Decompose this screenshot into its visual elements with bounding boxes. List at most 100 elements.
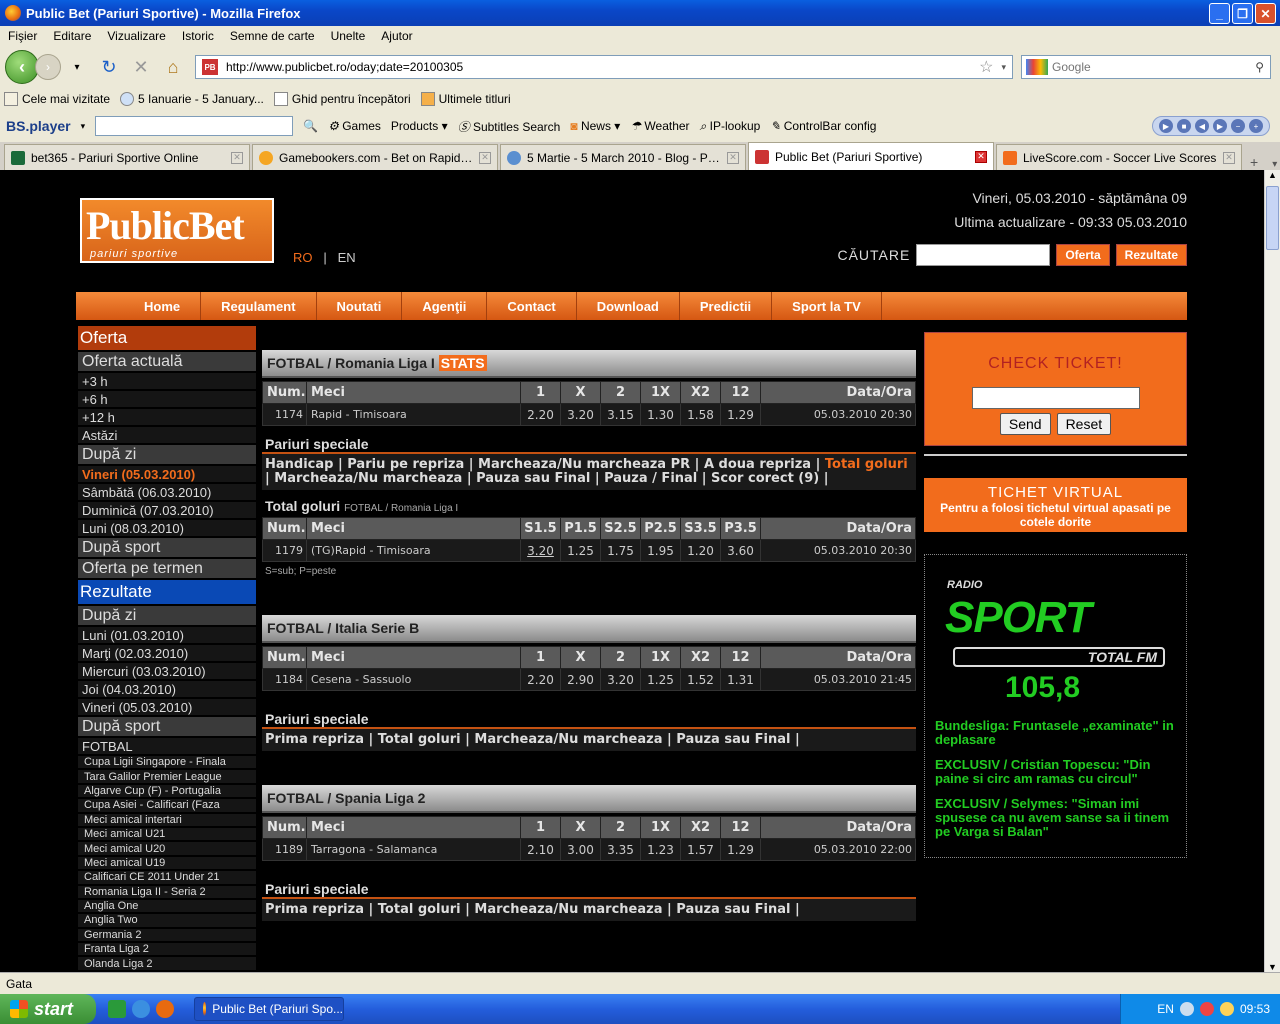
odd-x2[interactable]: 1.52 xyxy=(680,668,721,691)
search-bar[interactable]: ⚲ xyxy=(1021,55,1271,79)
sidebar-time-item[interactable]: +12 h xyxy=(78,409,256,425)
sidebar-league[interactable]: Algarve Cup (F) - Portugalia xyxy=(78,784,256,798)
toolbar-games[interactable]: ⚙ Games xyxy=(328,119,381,133)
publicbet-logo[interactable]: PublicBet pariuri sportive xyxy=(80,198,274,263)
nav-home[interactable]: Home xyxy=(124,292,202,320)
sidebar-result-day[interactable]: Miercuri (03.03.2010) xyxy=(78,663,256,679)
sidebar-league[interactable]: Cupa Asiei - Calificari (Faza xyxy=(78,799,256,812)
nav-noutati[interactable]: Noutati xyxy=(317,292,403,320)
bsplayer-logo[interactable]: BS.player xyxy=(6,118,71,134)
url-bar[interactable]: PB ☆ ▾ xyxy=(195,55,1013,79)
sidebar-league[interactable]: Calificari CE 2011 Under 21 xyxy=(78,871,256,884)
sidebar-league[interactable]: Meci amical intertari xyxy=(78,813,256,826)
stop-media-icon[interactable]: ■ xyxy=(1177,119,1191,133)
odd-s15[interactable]: 3.20 xyxy=(520,539,561,562)
sidebar-league[interactable]: Olanda Liga 2 xyxy=(78,957,256,970)
sidebar-dupa-zi[interactable]: După zi xyxy=(78,445,256,464)
site-search-input[interactable] xyxy=(916,244,1051,266)
bookmark-star-icon[interactable]: ☆ xyxy=(979,57,993,77)
url-input[interactable] xyxy=(226,60,980,74)
tab-bet365[interactable]: bet365 - Pariuri Sportive Online ✕ xyxy=(4,144,250,170)
bookmark-getting-started[interactable]: Ghid pentru începători xyxy=(273,92,411,106)
back-button[interactable]: ‹ xyxy=(5,50,39,84)
nav-predictii[interactable]: Predictii xyxy=(680,292,773,320)
special-links-part[interactable]: | Marcheaza/Nu marcheaza | Pauza sau Fin… xyxy=(265,471,829,486)
bookmark-latest-headlines[interactable]: Ultimele titluri xyxy=(420,92,511,106)
forward-button[interactable]: › xyxy=(35,54,61,80)
menu-file[interactable]: Fişier xyxy=(8,29,37,43)
radio-sport-logo[interactable]: RADIO SPORT TOTAL FM 105,8 xyxy=(935,565,1176,719)
odd-2[interactable]: 3.35 xyxy=(600,838,641,861)
special-bets-links[interactable]: Prima repriza | Total goluri | Marcheaza… xyxy=(262,899,916,921)
bookmark-5-ianuarie[interactable]: 5 Ianuarie - 5 January... xyxy=(120,92,264,106)
tray-security-icon[interactable] xyxy=(1199,1002,1214,1016)
odd-1[interactable]: 2.10 xyxy=(520,838,561,861)
lang-ro-link[interactable]: RO xyxy=(293,250,313,265)
tab-close-icon[interactable]: ✕ xyxy=(1223,151,1235,164)
search-icon[interactable]: ⚲ xyxy=(1255,60,1264,74)
sidebar-league[interactable]: Anglia Two xyxy=(78,914,256,927)
send-button[interactable]: Send xyxy=(999,413,1051,435)
search-oferta-button[interactable]: Oferta xyxy=(1056,244,1110,266)
sidebar-day-item[interactable]: Luni (08.03.2010) xyxy=(78,520,256,536)
tab-publicbet[interactable]: Public Bet (Pariuri Sportive) ✕ xyxy=(748,142,994,170)
sidebar-league[interactable]: Meci amical U20 xyxy=(78,842,256,855)
bsplayer-dropdown-icon[interactable]: ▾ xyxy=(81,121,86,132)
tab-close-icon[interactable]: ✕ xyxy=(479,151,491,164)
scrollbar-thumb[interactable] xyxy=(1266,186,1279,250)
nav-contact[interactable]: Contact xyxy=(487,292,577,320)
menu-bookmarks[interactable]: Semne de carte xyxy=(230,29,315,43)
odd-p15[interactable]: 1.25 xyxy=(560,539,601,562)
odd-1[interactable]: 2.20 xyxy=(520,668,561,691)
sidebar-league[interactable]: Romania Liga II - Seria 2 xyxy=(78,885,256,898)
odd-1x[interactable]: 1.23 xyxy=(640,838,681,861)
odd-p35[interactable]: 3.60 xyxy=(720,539,761,562)
odd-1x[interactable]: 1.25 xyxy=(640,668,681,691)
bsplayer-search-icon[interactable]: 🔍 xyxy=(303,119,318,133)
tab-blog[interactable]: 5 Martie - 5 March 2010 - Blog - Pariuri… xyxy=(500,144,746,170)
odd-s25[interactable]: 1.75 xyxy=(600,539,641,562)
scroll-up-icon[interactable]: ▲ xyxy=(1268,170,1277,180)
odd-x[interactable]: 3.00 xyxy=(560,838,601,861)
firefox-quicklaunch-icon[interactable] xyxy=(156,1000,174,1018)
toolbar-iplookup[interactable]: ⌕ IP-lookup xyxy=(700,119,761,134)
odd-12[interactable]: 1.31 xyxy=(720,668,761,691)
url-dropdown-icon[interactable]: ▾ xyxy=(1001,62,1006,73)
news-link[interactable]: EXCLUSIV / Cristian Topescu: "Din paine … xyxy=(935,758,1176,786)
toolbar-products[interactable]: Products ▾ xyxy=(391,119,448,133)
sidebar-day-item[interactable]: Duminică (07.03.2010) xyxy=(78,502,256,518)
sidebar-fotbal[interactable]: FOTBAL xyxy=(78,738,256,754)
news-link[interactable]: Bundesliga: Fruntasele „examinate" in de… xyxy=(935,719,1176,747)
tab-close-icon[interactable]: ✕ xyxy=(727,151,739,164)
odd-1x[interactable]: 1.30 xyxy=(640,403,681,426)
sidebar-result-day[interactable]: Luni (01.03.2010) xyxy=(78,627,256,643)
sidebar-league[interactable]: Cupa Ligii Singapore - Finala xyxy=(78,756,256,769)
page-scrollbar[interactable]: ▲ ▼ xyxy=(1264,170,1280,972)
news-link[interactable]: EXCLUSIV / Selymes: "Siman imi spusese c… xyxy=(935,797,1176,839)
ie-icon[interactable] xyxy=(132,1000,150,1018)
odd-x[interactable]: 2.90 xyxy=(560,668,601,691)
reset-button[interactable]: Reset xyxy=(1056,413,1112,435)
stop-icon[interactable]: ✕ xyxy=(129,55,153,79)
sidebar-oferta-termen[interactable]: Oferta pe termen xyxy=(78,559,256,578)
prev-icon[interactable]: ◀ xyxy=(1195,119,1209,133)
volume-down-icon[interactable]: − xyxy=(1231,119,1245,133)
sidebar-day-item-active[interactable]: Vineri (05.03.2010) xyxy=(78,466,256,482)
special-link-total-goluri[interactable]: Total goluri xyxy=(825,457,908,472)
menu-view[interactable]: Vizualizare xyxy=(107,29,165,43)
odd-p25[interactable]: 1.95 xyxy=(640,539,681,562)
special-bets-links[interactable]: Prima repriza | Total goluri | Marcheaza… xyxy=(262,729,916,751)
toolbar-news[interactable]: ◙ News ▾ xyxy=(570,119,620,133)
toolbar-subtitles[interactable]: Ⓢ Subtitles Search xyxy=(458,118,561,135)
sidebar-dupa-sport[interactable]: După sport xyxy=(78,538,256,557)
nav-sport-tv[interactable]: Sport la TV xyxy=(772,292,882,320)
odd-x2[interactable]: 1.57 xyxy=(680,838,721,861)
sidebar-result-day[interactable]: Vineri (05.03.2010) xyxy=(78,699,256,715)
sidebar-results-dupa-zi[interactable]: După zi xyxy=(78,606,256,625)
bookmark-most-visited[interactable]: Cele mai vizitate xyxy=(4,92,110,106)
toolbar-controlbar[interactable]: ✎ ControlBar config xyxy=(770,119,876,133)
sidebar-league[interactable]: Tara Galilor Premier League xyxy=(78,770,256,783)
reload-icon[interactable]: ↻ xyxy=(97,55,121,79)
sidebar-day-item[interactable]: Sâmbătă (06.03.2010) xyxy=(78,484,256,500)
maximize-button[interactable]: ❐ xyxy=(1232,3,1253,24)
